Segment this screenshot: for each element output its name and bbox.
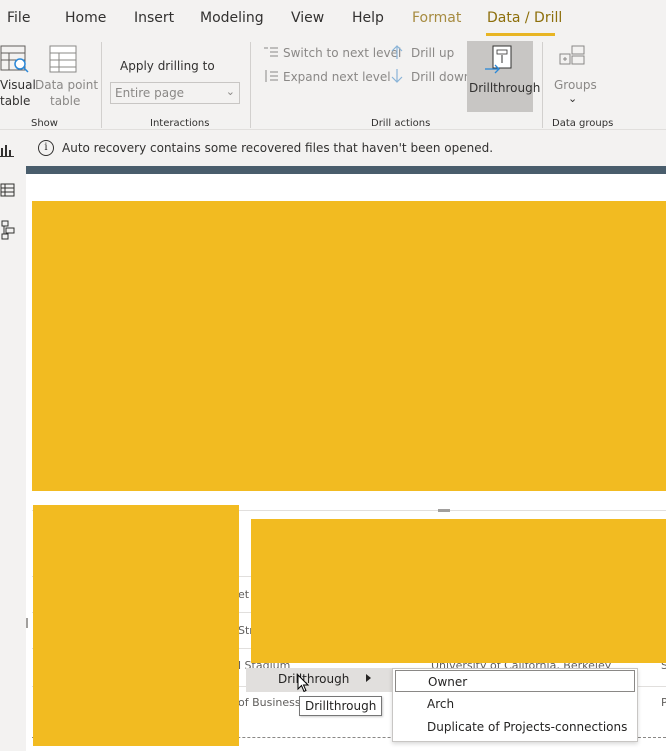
drillthrough-submenu: Owner Arch Duplicate of Projects-connect… — [392, 668, 638, 742]
tab-modeling[interactable]: Modeling — [200, 10, 264, 26]
apply-drilling-label: Apply drilling to — [120, 59, 215, 73]
switch-level-icon — [264, 47, 278, 57]
submenu-item-owner[interactable]: Owner — [395, 670, 635, 692]
drillthrough-label: Drillthrough — [469, 81, 541, 95]
group-separator — [101, 42, 102, 128]
infobar-message: Auto recovery contains some recovered fi… — [62, 141, 494, 155]
tab-file[interactable]: File — [7, 10, 30, 26]
ribbon: Visual table Data point table Show Apply… — [0, 38, 666, 130]
model-view-icon[interactable] — [0, 220, 16, 240]
resize-handle[interactable] — [438, 509, 450, 512]
visual-table-label-1: Visual — [0, 78, 36, 92]
redacted-visual — [33, 505, 239, 746]
expand-level-icon — [265, 70, 278, 82]
report-header-bar — [26, 166, 666, 174]
submenu-item-arch[interactable]: Arch — [395, 693, 635, 715]
tab-format[interactable]: Format — [412, 10, 461, 26]
context-menu-item-label: Drillthrough — [278, 672, 350, 686]
submenu-item-label: Duplicate of Projects-connections — [427, 720, 628, 734]
drillthrough-button[interactable]: Drillthrough — [467, 41, 540, 112]
view-rail — [0, 130, 26, 751]
chevron-down-icon: ⌄ — [225, 85, 235, 98]
submenu-item-label: Owner — [428, 675, 468, 689]
expand-next-level-label: Expand next level — [283, 70, 391, 84]
group-label-drill-actions: Drill actions — [371, 118, 431, 129]
switch-to-next-level-label: Switch to next level — [283, 46, 402, 60]
visual-table-label-2: table — [0, 94, 31, 108]
group-label-data-groups: Data groups — [552, 118, 614, 129]
resize-handle[interactable] — [26, 618, 28, 628]
group-separator — [250, 42, 251, 128]
redacted-visual — [32, 201, 666, 491]
tab-view[interactable]: View — [291, 10, 324, 26]
mouse-cursor-icon — [297, 674, 310, 693]
report-canvas: et C Stre l Stadium University of Califo… — [26, 174, 666, 751]
arrow-up-icon — [391, 45, 403, 59]
groups-icon — [559, 45, 585, 65]
data-view-icon[interactable] — [0, 182, 16, 198]
context-menu-item-drillthrough[interactable]: Drillthrough — [246, 668, 392, 692]
tab-insert[interactable]: Insert — [134, 10, 174, 26]
drill-up-label: Drill up — [411, 46, 455, 60]
tab-home[interactable]: Home — [65, 10, 106, 26]
tooltip: Drillthrough — [299, 696, 383, 716]
group-label-interactions: Interactions — [150, 118, 210, 129]
auto-recovery-infobar: i Auto recovery contains some recovered … — [26, 130, 666, 166]
table-cell[interactable]: P — [661, 696, 666, 709]
dropdown-value: Entire page — [115, 86, 185, 100]
active-tab-indicator — [486, 33, 555, 36]
tab-help[interactable]: Help — [352, 10, 384, 26]
ribbon-tab-bar: File Home Insert Modeling View Help Form… — [0, 0, 666, 38]
redacted-visual — [251, 519, 666, 663]
drillthrough-icon — [485, 45, 512, 74]
data-point-table-icon — [49, 45, 77, 73]
submenu-item-duplicate-projects-connections[interactable]: Duplicate of Projects-connections — [395, 716, 635, 738]
group-separator — [542, 42, 543, 128]
report-view-icon[interactable] — [0, 142, 16, 158]
data-point-table-label-1: Data point — [35, 78, 99, 92]
apply-drilling-dropdown[interactable]: Entire page ⌄ — [110, 82, 240, 104]
chevron-down-icon: ⌄ — [568, 92, 578, 105]
info-icon: i — [38, 140, 54, 156]
data-point-table-label-2: table — [50, 94, 81, 108]
groups-label: Groups — [554, 78, 597, 92]
visual-table-icon — [0, 45, 29, 73]
arrow-down-icon — [391, 69, 403, 83]
submenu-item-label: Arch — [427, 697, 455, 711]
drill-down-label: Drill down — [411, 70, 472, 84]
group-label-show: Show — [31, 118, 58, 129]
table-cell[interactable]: of Business — [238, 696, 301, 709]
chevron-right-icon — [366, 674, 371, 682]
tab-data-drill[interactable]: Data / Drill — [487, 10, 562, 26]
